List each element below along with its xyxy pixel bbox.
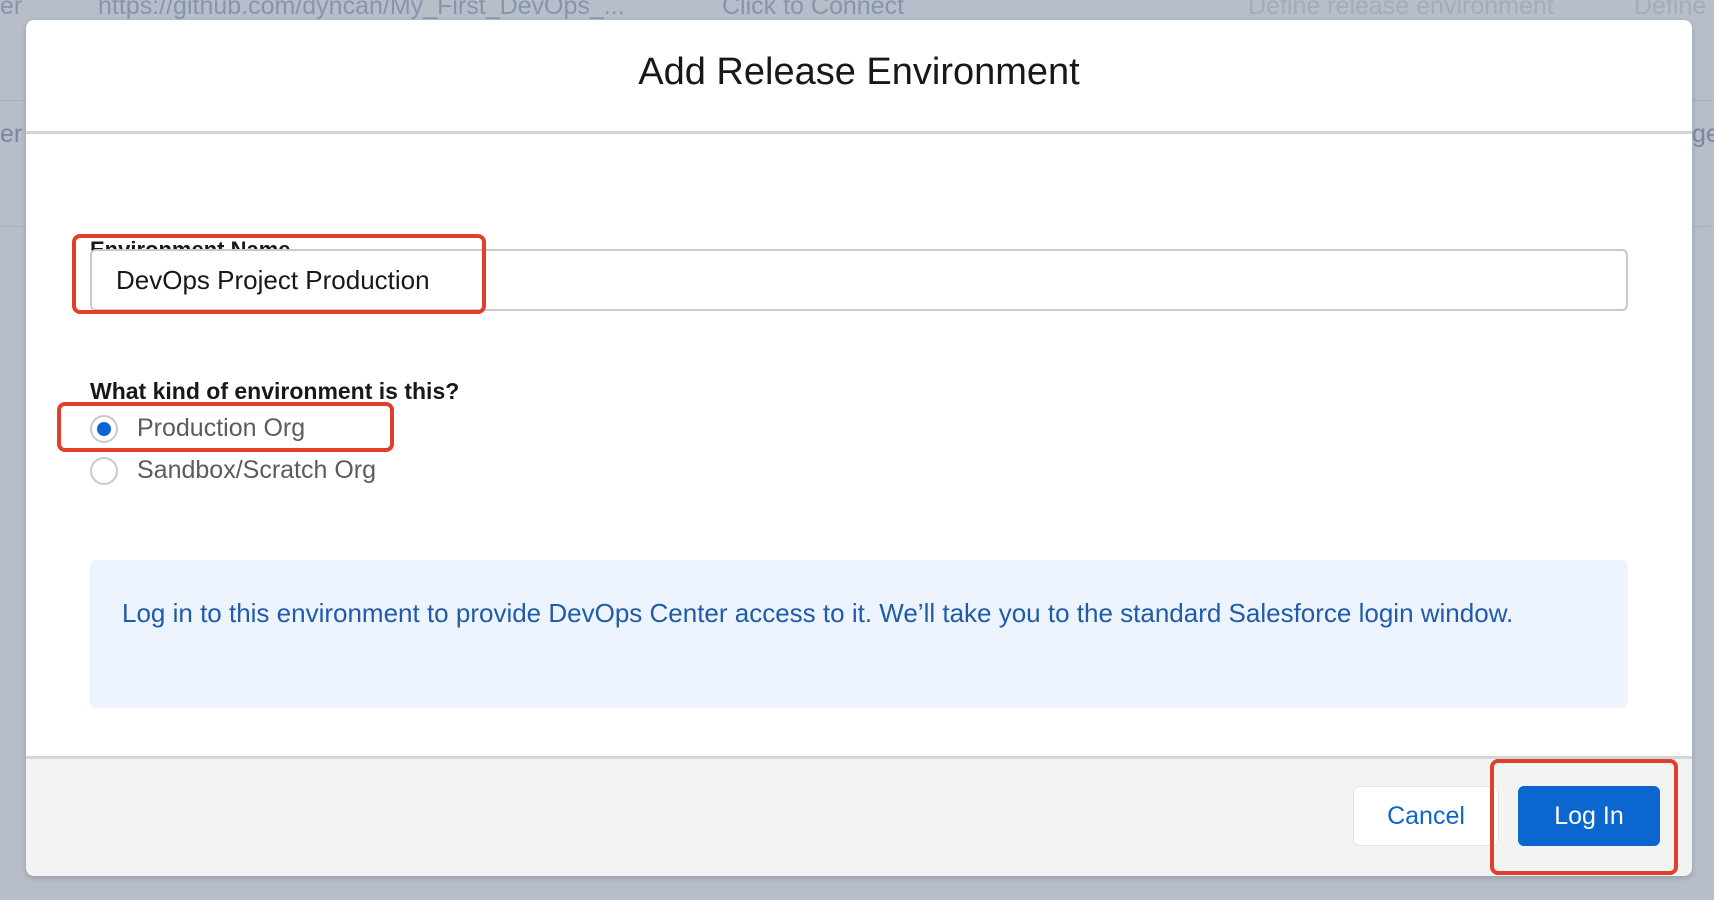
background-header-row: er https://github.com/dyncan/My_First_De… — [0, 0, 1714, 20]
background-define-env: Define release environment — [1248, 0, 1554, 20]
background-connect-link: Click to Connect — [722, 0, 905, 20]
background-right-fragment-mid: ge — [1692, 120, 1714, 148]
radio-dot-icon — [97, 421, 111, 436]
background-left-fragment: er — [0, 0, 23, 20]
radio-sandbox-scratch-org[interactable]: Sandbox/Scratch Org — [90, 456, 376, 485]
environment-type-label: What kind of environment is this? — [90, 378, 460, 404]
background-repo-url: https://github.com/dyncan/My_First_DevOp… — [98, 0, 625, 20]
radio-production-org[interactable]: Production Org — [90, 414, 305, 443]
cancel-button[interactable]: Cancel — [1353, 786, 1499, 846]
modal-title: Add Release Environment — [638, 51, 1080, 93]
radio-sandbox-scratch-org-label: Sandbox/Scratch Org — [137, 456, 377, 484]
modal-footer: Cancel Log In — [26, 756, 1692, 876]
modal-body: Environment Name What kind of environmen… — [26, 134, 1692, 780]
radio-production-org-label: Production Org — [137, 414, 306, 442]
add-release-environment-modal: Add Release Environment Environment Name… — [26, 20, 1692, 876]
background-left-fragment-mid: er — [0, 120, 23, 148]
log-in-button[interactable]: Log In — [1518, 786, 1660, 846]
radio-unselected-icon[interactable] — [90, 456, 118, 485]
environment-name-input[interactable] — [90, 249, 1628, 311]
radio-selected-icon[interactable] — [90, 414, 118, 443]
background-define-cut: Define — [1634, 0, 1707, 20]
modal-header: Add Release Environment — [26, 20, 1692, 134]
login-info-box: Log in to this environment to provide De… — [90, 560, 1628, 708]
